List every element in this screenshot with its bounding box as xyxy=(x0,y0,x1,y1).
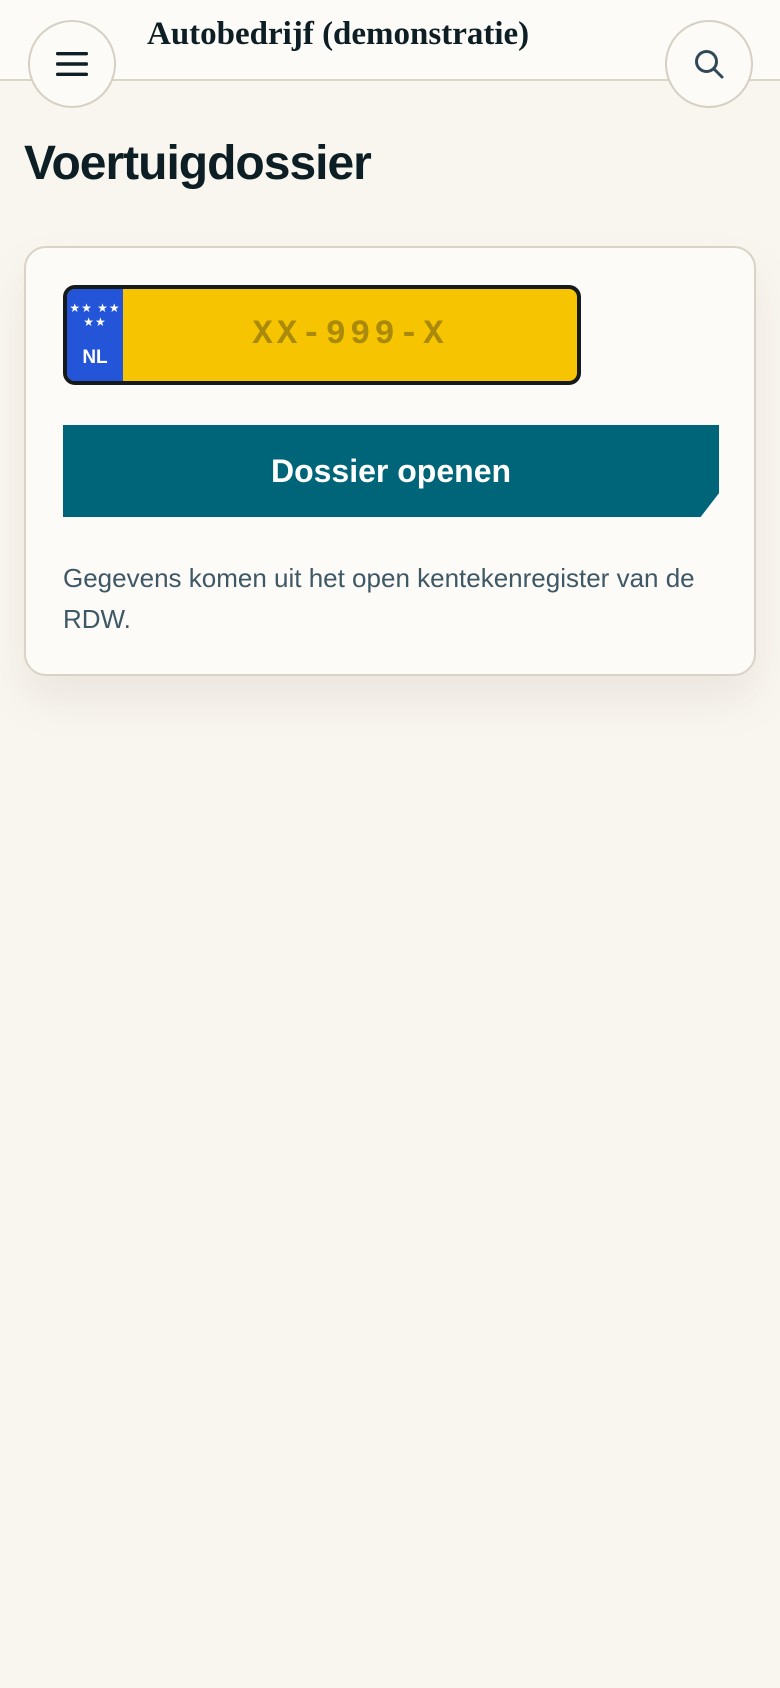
eu-country-band: ★★ ★★ ★★ NL xyxy=(67,289,123,381)
license-plate-field[interactable]: ★★ ★★ ★★ NL xyxy=(63,285,581,385)
hamburger-menu-icon xyxy=(56,52,88,76)
page-title: Voertuigdossier xyxy=(24,137,372,190)
data-source-note: Gegevens komen uit het open kentekenregi… xyxy=(63,563,695,634)
open-dossier-button[interactable]: Dossier openen xyxy=(63,425,719,517)
search-button[interactable] xyxy=(665,20,753,108)
eu-stars-icon: ★★ ★★ ★★ xyxy=(69,301,121,329)
site-title: Autobedrijf (demonstratie) xyxy=(147,16,530,52)
vehicle-lookup-card: ★★ ★★ ★★ NL Dossier openen Gegevens kome… xyxy=(24,246,756,676)
menu-button[interactable] xyxy=(28,20,116,108)
country-code: NL xyxy=(82,347,108,368)
license-plate-input[interactable] xyxy=(123,289,577,381)
search-icon xyxy=(695,50,724,79)
site-header: Autobedrijf (demonstratie) xyxy=(0,0,780,108)
